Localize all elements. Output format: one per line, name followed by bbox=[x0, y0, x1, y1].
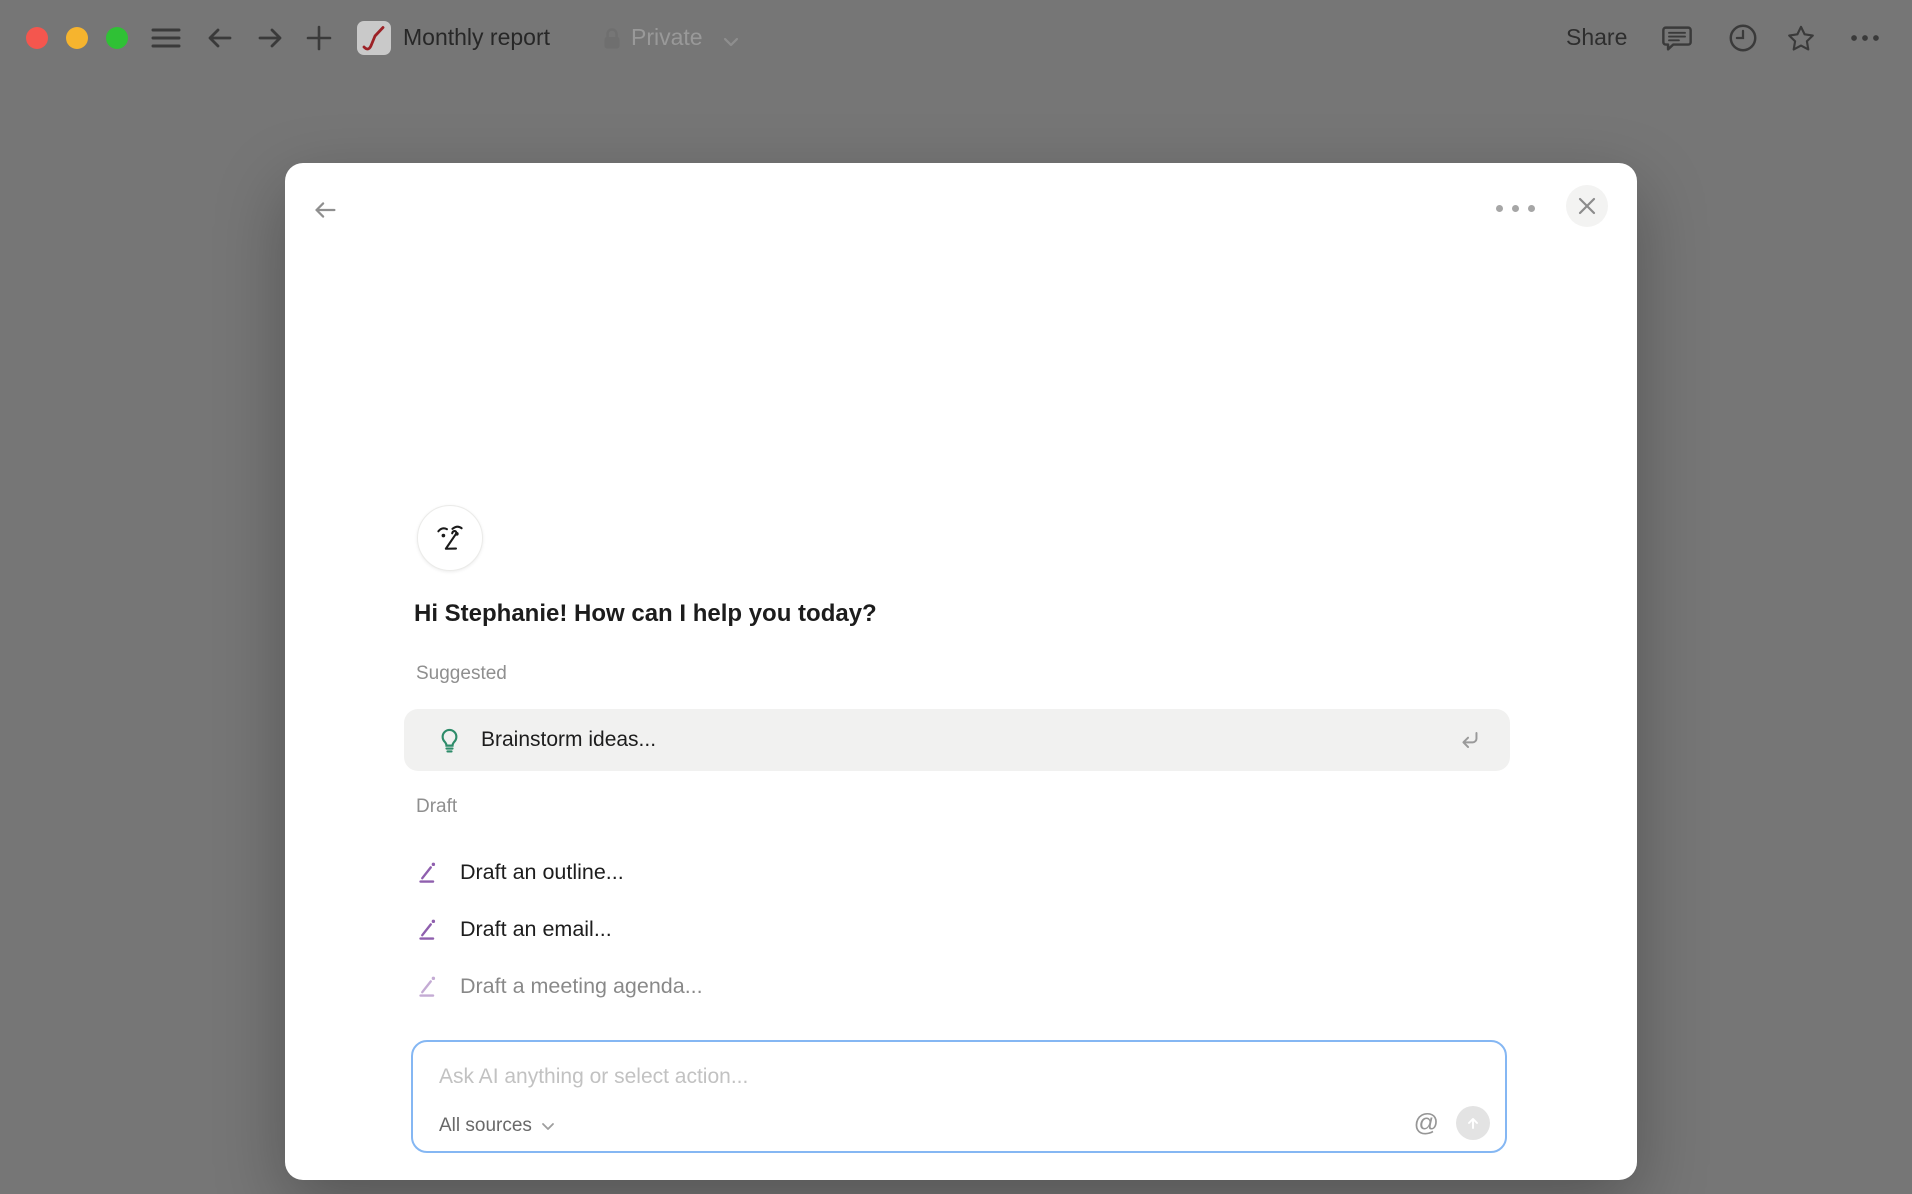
action-label: Draft an email... bbox=[460, 917, 612, 942]
action-draft-a-meeting-agenda[interactable]: Draft a meeting agenda... bbox=[404, 964, 1104, 1008]
page-chart-icon bbox=[357, 21, 391, 55]
window-close-button[interactable] bbox=[26, 27, 48, 49]
lock-icon bbox=[600, 26, 624, 57]
favorite-star-icon[interactable] bbox=[1785, 22, 1817, 54]
back-arrow-icon[interactable] bbox=[204, 22, 236, 54]
close-icon[interactable] bbox=[1566, 185, 1608, 227]
more-options-icon[interactable] bbox=[1849, 22, 1881, 54]
ai-greeting: Hi Stephanie! How can I help you today? bbox=[414, 600, 877, 628]
pencil-icon bbox=[416, 974, 441, 999]
share-button[interactable]: Share bbox=[1566, 24, 1627, 51]
pencil-icon bbox=[416, 917, 441, 942]
suggestion-brainstorm-ideas[interactable]: Brainstorm ideas... bbox=[404, 709, 1510, 771]
action-label: Draft a meeting agenda... bbox=[460, 974, 703, 999]
sidebar-menu-icon[interactable] bbox=[150, 22, 182, 54]
page-title[interactable]: Monthly report bbox=[403, 24, 550, 51]
source-selector-label: All sources bbox=[439, 1115, 532, 1137]
history-clock-icon[interactable] bbox=[1727, 22, 1759, 54]
chevron-down-icon[interactable] bbox=[723, 34, 739, 52]
suggestion-label: Brainstorm ideas... bbox=[481, 728, 656, 752]
ai-face-avatar bbox=[417, 505, 483, 571]
modal-more-options-icon[interactable] bbox=[1496, 205, 1535, 212]
ask-ai-input[interactable] bbox=[439, 1060, 1199, 1094]
pencil-icon bbox=[416, 860, 441, 885]
window-zoom-button[interactable] bbox=[106, 27, 128, 49]
top-bar: Monthly report Private Share bbox=[0, 0, 1912, 76]
enter-return-icon bbox=[1454, 726, 1484, 754]
ai-prompt-composer: All sources @ bbox=[411, 1040, 1507, 1153]
app-window: Monthly report Private Share bbox=[0, 0, 1912, 1194]
send-button[interactable] bbox=[1456, 1106, 1490, 1140]
up-arrow-icon bbox=[1463, 1113, 1483, 1133]
lightbulb-icon bbox=[436, 725, 463, 755]
modal-back-arrow-icon[interactable] bbox=[309, 195, 341, 225]
new-page-plus-icon[interactable] bbox=[303, 22, 335, 54]
mention-at-button[interactable]: @ bbox=[1414, 1109, 1439, 1138]
suggested-section-label: Suggested bbox=[416, 663, 507, 685]
action-draft-an-email[interactable]: Draft an email... bbox=[404, 907, 1104, 951]
ai-assistant-modal: Hi Stephanie! How can I help you today? … bbox=[285, 163, 1637, 1180]
forward-arrow-icon[interactable] bbox=[254, 22, 286, 54]
action-label: Draft an outline... bbox=[460, 860, 624, 885]
window-minimize-button[interactable] bbox=[66, 27, 88, 49]
action-draft-an-outline[interactable]: Draft an outline... bbox=[404, 850, 1104, 894]
comments-icon[interactable] bbox=[1661, 22, 1693, 54]
chevron-down-icon bbox=[541, 1122, 555, 1131]
source-selector[interactable]: All sources bbox=[439, 1115, 555, 1137]
privacy-status[interactable]: Private bbox=[631, 24, 703, 51]
draft-section-label: Draft bbox=[416, 796, 457, 818]
